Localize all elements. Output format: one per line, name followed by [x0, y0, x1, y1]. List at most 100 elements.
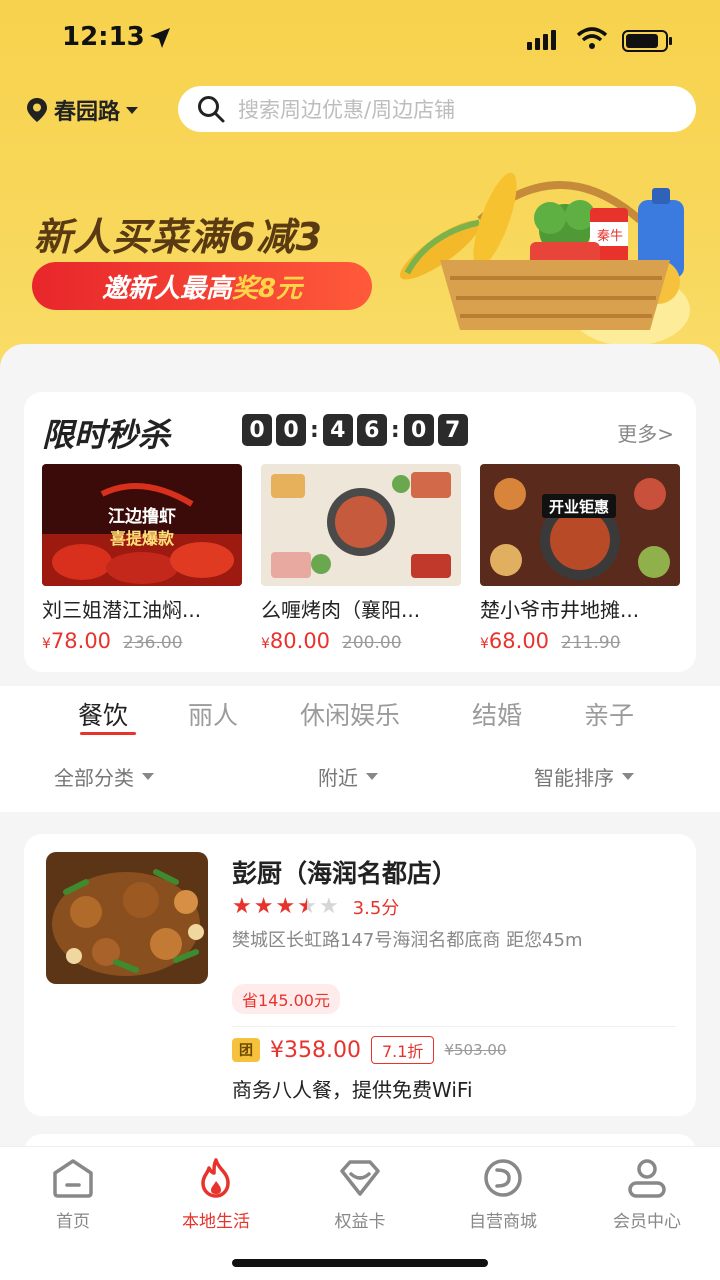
countdown-digit: 7: [437, 414, 468, 446]
tab-parenting[interactable]: 亲子: [584, 696, 634, 732]
status-bar: 12:13: [0, 22, 720, 58]
store-address: 樊城区长虹路147号海润名都底商 距您45m: [232, 930, 583, 951]
chevron-down-icon: [142, 773, 154, 780]
deal-price: ¥358.00: [270, 1037, 361, 1063]
currency-symbol: ¥: [261, 636, 270, 652]
countdown-digit: 0: [276, 414, 306, 446]
flash-item-original-price: 211.90: [561, 633, 621, 653]
more-link[interactable]: 更多>: [617, 418, 674, 447]
signal-icon: [527, 30, 556, 50]
flash-sale-card: 限时秒杀 0 0 : 4 6 : 0 7 更多> 江边撸虾 喜提爆款 刘三姐潜江…: [24, 392, 696, 672]
search-icon: [198, 96, 225, 123]
countdown-digit: 0: [242, 414, 272, 446]
basket-label: 秦牛: [597, 229, 623, 244]
group-deal[interactable]: 团 ¥358.00 7.1折 ¥503.00: [232, 1036, 506, 1064]
nav-home[interactable]: 首页: [18, 1157, 128, 1232]
flash-item-name: 么喱烤肉（襄阳...: [261, 598, 421, 622]
tab-entertainment[interactable]: 休闲娱乐: [300, 696, 400, 732]
tab-beauty[interactable]: 丽人: [188, 696, 238, 732]
star-full-icon: ★: [275, 894, 296, 919]
chevron-down-icon: [622, 773, 634, 780]
flash-item-name: 楚小爷市井地摊...: [480, 598, 640, 622]
map-pin-icon: [27, 98, 47, 122]
nav-label: 权益卡: [334, 1212, 386, 1232]
deal-original-price: ¥503.00: [444, 1041, 507, 1059]
filter-label: 附近: [318, 766, 358, 790]
divider: [232, 1026, 676, 1027]
tab-wedding[interactable]: 结婚: [472, 696, 522, 732]
search-input[interactable]: 搜索周边优惠/周边店铺: [178, 86, 696, 132]
group-buy-badge: 团: [232, 1038, 260, 1062]
nav-mall[interactable]: 自营商城: [448, 1157, 558, 1232]
search-placeholder: 搜索周边优惠/周边店铺: [238, 98, 456, 122]
invite-button-highlight: 奖8元: [231, 273, 303, 304]
nav-label: 本地生活: [182, 1212, 250, 1232]
currency-symbol: ¥: [480, 636, 489, 652]
star-full-icon: ★: [232, 894, 252, 919]
countdown-colon: :: [390, 417, 400, 443]
location-label: 春园路: [54, 100, 121, 125]
location-selector[interactable]: 春园路: [26, 94, 139, 126]
flash-item-price-value: 78.00: [50, 629, 112, 653]
flash-item-price: ¥68.00: [480, 629, 549, 653]
nav-label: 首页: [56, 1212, 90, 1232]
nav-local-life[interactable]: 本地生活: [161, 1157, 271, 1232]
flash-sale-title: 限时秒杀: [42, 416, 171, 454]
nav-label: 自营商城: [469, 1212, 537, 1232]
grocery-basket-illustration: 秦牛: [400, 172, 690, 346]
flash-item-name: 刘三姐潜江油焖...: [42, 598, 202, 622]
store-name: 彭厨（海润名都店）: [232, 859, 458, 888]
location-arrow-icon: [150, 28, 170, 48]
deal-description: 商务八人餐，提供免费WiFi: [232, 1078, 473, 1102]
countdown-digit: 4: [322, 414, 353, 446]
chevron-down-icon: [126, 106, 139, 114]
filter-category[interactable]: 全部分类: [54, 762, 154, 791]
filter-label: 智能排序: [534, 766, 614, 790]
filter-sort[interactable]: 智能排序: [534, 762, 634, 791]
countdown-digit: 0: [403, 414, 434, 446]
countdown-colon: :: [310, 417, 319, 443]
savings-badge: 省145.00元: [232, 984, 340, 1014]
flash-item-price: ¥80.00: [261, 629, 330, 653]
invite-button-prefix: 邀新人最高: [101, 273, 232, 304]
flash-item-original-price: 236.00: [123, 633, 183, 653]
flash-item-original-price: 200.00: [342, 633, 402, 653]
home-icon: [53, 1159, 93, 1198]
mall-icon: [484, 1159, 522, 1197]
flash-item-image-caption: 江边撸虾: [108, 506, 176, 527]
star-rating: ★ ★ ★ ★ ★ 3.5分: [232, 894, 399, 920]
home-indicator: [232, 1259, 488, 1267]
countdown-digit: 6: [356, 414, 387, 446]
rating-text: 3.5分: [352, 898, 400, 919]
flash-item[interactable]: 么喱烤肉（襄阳... ¥80.00 200.00: [261, 464, 461, 653]
store-card[interactable]: 彭厨（海润名都店） ★ ★ ★ ★ ★ 3.5分 樊城区长虹路147号海润名都底…: [24, 834, 696, 1116]
flash-item-image: 开业钜惠: [480, 464, 680, 586]
battery-icon: [622, 30, 672, 52]
invite-button[interactable]: 邀新人最高 奖8元: [32, 262, 372, 310]
tab-dining[interactable]: 餐饮: [78, 696, 128, 732]
flash-item-price-value: 68.00: [488, 629, 550, 653]
currency-symbol: ¥: [42, 636, 51, 652]
flash-item-image: 江边撸虾 喜提爆款: [42, 464, 242, 586]
star-empty-icon: ★: [318, 894, 339, 919]
flame-icon: [201, 1158, 230, 1198]
heart-card-icon: [340, 1160, 380, 1196]
flash-item-price-value: 80.00: [269, 629, 331, 653]
flash-item-image-caption: 开业钜惠: [549, 498, 609, 516]
store-thumbnail: [46, 852, 208, 984]
nav-member-center[interactable]: 会员中心: [592, 1157, 702, 1232]
flash-item-price: ¥78.00: [42, 629, 111, 653]
countdown-timer: 0 0 : 4 6 : 0 7: [240, 414, 470, 446]
flash-item[interactable]: 江边撸虾 喜提爆款 刘三姐潜江油焖... ¥78.00 236.00: [42, 464, 242, 653]
chevron-down-icon: [366, 773, 378, 780]
wifi-icon: [576, 27, 608, 49]
flash-item-image-caption: 喜提爆款: [110, 529, 175, 548]
filter-nearby[interactable]: 附近: [318, 762, 378, 791]
user-icon: [628, 1159, 666, 1198]
filter-label: 全部分类: [54, 766, 134, 790]
nav-label: 会员中心: [613, 1212, 681, 1232]
flash-item[interactable]: 开业钜惠 楚小爷市井地摊... ¥68.00 211.90: [480, 464, 680, 653]
nav-membership-card[interactable]: 权益卡: [305, 1157, 415, 1232]
status-time: 12:13: [62, 22, 145, 52]
flash-item-image: [261, 464, 461, 586]
